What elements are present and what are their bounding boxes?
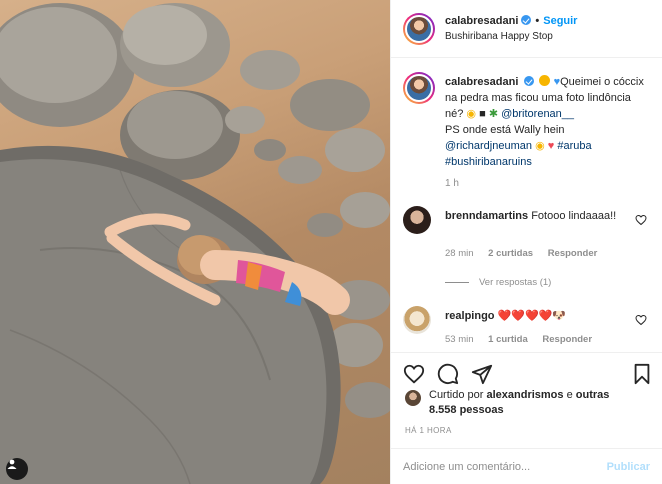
palm-tree-emoji-icon: ✱ [488,108,499,120]
commenter-avatar[interactable] [403,206,431,234]
hashtag-bushiribanaruins[interactable]: #bushiribanaruins [445,156,532,168]
post-header-user: calabresadani • Seguir [445,15,578,27]
comment-username[interactable]: brenndamartins [445,210,528,222]
author-username[interactable]: calabresadani [445,15,518,27]
reply-button[interactable]: Responder [542,334,592,345]
comment-like-heart-icon[interactable] [635,214,647,226]
comment-likes[interactable]: 1 curtida [488,334,528,345]
comment-time: 53 min [445,334,474,345]
comment-input[interactable]: Adicione um comentário... [403,461,530,473]
post-timestamp[interactable]: HÁ 1 HORA [405,426,452,435]
comment-likes[interactable]: 2 curtidas [488,248,533,259]
hashtag-aruba[interactable]: #aruba [557,140,591,152]
mention-richardjneuman[interactable]: @richardjneuman [445,140,532,152]
share-paper-plane-icon[interactable] [471,363,493,385]
post-details-panel: calabresadani • Seguir Bushiribana Happy S… [390,0,662,484]
red-heart-emoji-icon: ♥ [547,140,555,152]
photo-scene [0,3,390,484]
comment-meta: 53 min 1 curtida Responder [445,334,604,345]
follow-button[interactable]: Seguir [543,15,577,27]
comments-list[interactable]: calabresadani ♥Queimei o cóccix na pedra… [391,58,662,352]
comment-text: brenndamartins Fotooo lindaaaa!! [445,210,617,222]
author-avatar[interactable] [403,13,435,45]
comment-time: 28 min [445,248,474,259]
camera-emoji-icon: ■ [479,108,486,120]
view-replies-button[interactable]: Ver respostas (1) [445,277,551,288]
comment-bubble-icon[interactable] [437,363,459,385]
mention-britorenan[interactable]: @britorenan__ [501,108,574,120]
caption-avatar[interactable] [403,72,435,104]
post-header: calabresadani • Seguir Bushiribana Happy S… [391,0,662,58]
sunglasses-emoji-icon: ◉ [466,108,477,120]
person-icon [7,459,17,469]
liker-avatar[interactable] [405,390,421,406]
sun-emoji-icon [538,75,550,86]
tagged-users-button[interactable] [6,458,28,480]
grin-emoji-icon: ◉ [535,140,545,152]
like-heart-icon[interactable] [403,363,425,385]
comment-meta: 28 min 2 curtidas Responder [445,248,609,259]
liked-by-text: Curtido por alexandrismos e outras 8.558… [429,389,610,416]
caption-body-2: PS onde está Wally hein [445,124,565,136]
comment-text: realpingo ❤️❤️❤️❤️🐶 [445,310,567,322]
add-comment-bar: Adicione um comentário... Publicar [391,448,662,484]
verified-badge-icon [521,15,532,25]
liker-username[interactable]: alexandrismos [486,389,563,401]
comment-like-heart-icon[interactable] [635,314,647,326]
caption-username[interactable]: calabresadani [445,76,518,88]
save-bookmark-icon[interactable] [631,363,653,385]
post-actions [391,352,662,392]
caption-text: calabresadani ♥Queimei o cóccix na pedra… [445,74,651,170]
reply-button[interactable]: Responder [548,248,598,259]
publish-button[interactable]: Publicar [607,461,650,473]
comment-username[interactable]: realpingo [445,310,495,322]
post-location[interactable]: Bushiribana Happy Stop [445,31,553,42]
verified-badge-icon [524,76,535,86]
caption-time: 1 h [445,178,459,189]
post-photo[interactable] [0,0,390,484]
commenter-avatar[interactable] [403,306,431,334]
